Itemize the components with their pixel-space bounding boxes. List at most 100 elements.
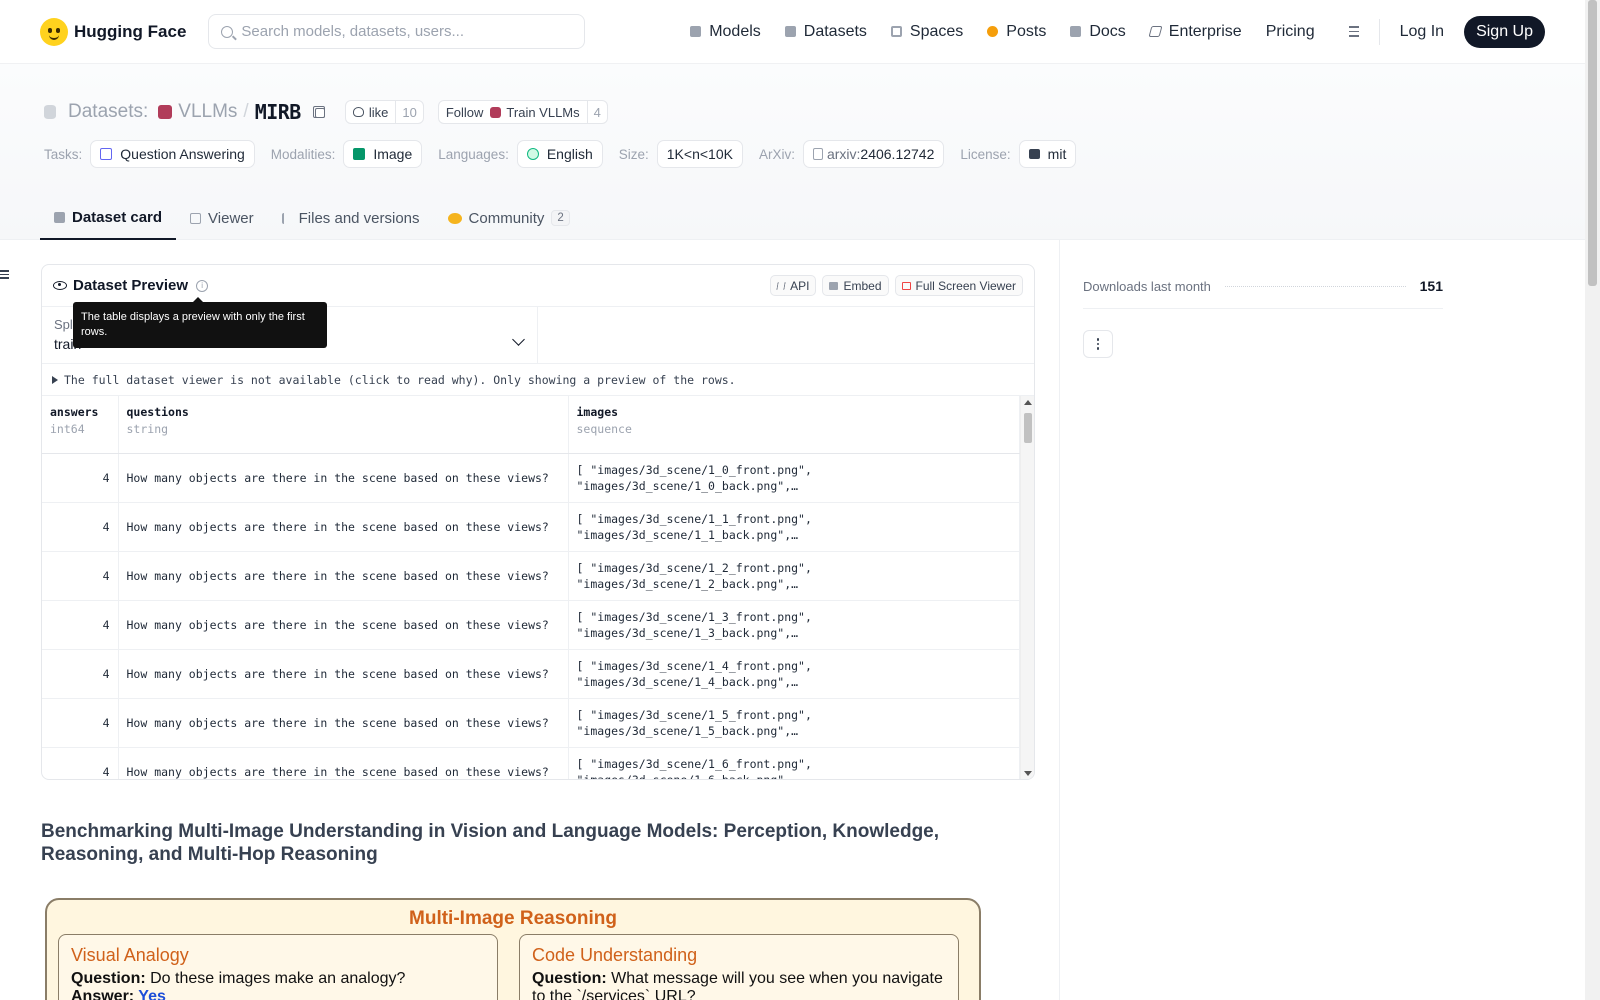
nav-enterprise[interactable]: Enterprise: [1138, 0, 1254, 64]
cell-images: [ "images/3d_scene/1_5_front.png", "imag…: [568, 698, 1020, 748]
table-row[interactable]: 4 How many objects are there in the scene…: [42, 698, 1020, 748]
column-header-answers[interactable]: answers int64: [42, 396, 119, 454]
brand[interactable]: Hugging Face: [40, 17, 186, 46]
posts-icon: [987, 26, 999, 37]
embed-button[interactable]: Embed: [822, 275, 889, 296]
column-header-images[interactable]: images sequence: [568, 396, 1020, 454]
enterprise-icon: [1148, 26, 1163, 37]
community-count-badge: 2: [551, 210, 570, 226]
nav-docs[interactable]: Docs: [1058, 0, 1137, 64]
cell-images: [ "images/3d_scene/1_2_front.png", "imag…: [568, 551, 1020, 601]
org-avatar-icon: [158, 105, 173, 119]
cube-icon: [54, 211, 65, 223]
dataset-name[interactable]: MIRB: [255, 100, 302, 124]
tab-dataset-card[interactable]: Dataset card: [40, 196, 177, 240]
eye-icon: [53, 281, 67, 290]
api-button[interactable]: API: [770, 275, 817, 296]
figure-box-code-understanding: Code Understanding Question: What messag…: [519, 934, 959, 1000]
cell-answers: 4: [42, 698, 119, 748]
search-input[interactable]: [241, 23, 562, 40]
table-header-row: answers int64 questions string images seque…: [42, 396, 1020, 454]
nav-spaces[interactable]: Spaces: [879, 0, 975, 64]
table-row[interactable]: 4 How many objects are there in the scene…: [42, 551, 1020, 601]
figure-title: Multi-Image Reasoning: [409, 908, 617, 929]
follow-button[interactable]: Follow Train VLLMs 4: [437, 100, 608, 124]
tab-viewer[interactable]: Viewer: [176, 196, 268, 240]
nav-label: Docs: [1089, 22, 1126, 40]
notice-text: The full dataset viewer is not available…: [64, 372, 736, 387]
tag-label: Image: [373, 146, 413, 162]
figure-box-title: Code Understanding: [532, 945, 698, 965]
fullscreen-viewer-button[interactable]: Full Screen Viewer: [894, 275, 1023, 296]
figure-box-title: Visual Analogy: [71, 945, 189, 965]
table-row[interactable]: 4 How many objects are there in the scene…: [42, 747, 1020, 779]
nav-pricing[interactable]: Pricing: [1254, 0, 1327, 64]
metadata-tags: Tasks: Question Answering Modalities: Im…: [44, 140, 1084, 168]
question-answering-icon: [100, 148, 113, 160]
preview-tooltip: The table displays a preview with only t…: [73, 297, 327, 348]
section-label[interactable]: Datasets:: [68, 101, 148, 123]
license-tag[interactable]: mit: [1018, 140, 1077, 168]
scroll-down-icon[interactable]: [1024, 771, 1032, 776]
community-icon: [447, 212, 462, 224]
tab-community[interactable]: Community 2: [434, 196, 584, 240]
code-icon: [776, 281, 786, 290]
tab-files[interactable]: Files and versions: [268, 196, 434, 240]
search-icon: [221, 25, 234, 38]
org-name[interactable]: VLLMs: [178, 101, 237, 123]
info-icon[interactable]: i: [196, 279, 209, 292]
cell-questions: How many objects are there in the scene …: [118, 551, 569, 601]
language-tag[interactable]: English: [516, 140, 603, 168]
like-label: like: [368, 104, 389, 120]
more-menu-icon[interactable]: [1327, 26, 1371, 37]
grid-icon: [890, 26, 902, 37]
size-tag[interactable]: 1K<n<10K: [656, 140, 743, 168]
figure-box-question: Question: Do these images make an analog…: [71, 970, 406, 987]
preview-header: Dataset Preview i API Embed Full Screen …: [42, 265, 1034, 307]
fullscreen-icon: [901, 281, 911, 290]
size-label: Size:: [618, 146, 649, 162]
page-scrollbar[interactable]: [1585, 0, 1600, 1000]
scrollbar-thumb[interactable]: [1024, 413, 1032, 443]
column-header-questions[interactable]: questions string: [118, 396, 569, 454]
table-row[interactable]: 4 How many objects are there in the scene…: [42, 600, 1020, 650]
table-icon: [190, 212, 202, 224]
like-button[interactable]: like 10: [344, 100, 424, 124]
files-icon: [281, 212, 292, 224]
modality-tag[interactable]: Image: [343, 140, 423, 168]
search-box[interactable]: [208, 14, 586, 49]
viewer-notice[interactable]: The full dataset viewer is not available…: [42, 364, 1034, 396]
scroll-up-icon[interactable]: [1024, 400, 1032, 405]
task-tag[interactable]: Question Answering: [90, 140, 255, 168]
cell-questions: How many objects are there in the scene …: [118, 649, 569, 699]
repo-title: Datasets: VLLMs / MIRB like 10 Follow Tra…: [44, 100, 608, 124]
more-options-button[interactable]: [1083, 330, 1113, 358]
like-count[interactable]: 10: [395, 101, 422, 123]
tab-label: Community: [468, 209, 545, 227]
table-row[interactable]: 4 How many objects are there in the scene…: [42, 453, 1020, 503]
disclosure-triangle-icon: [52, 375, 58, 384]
cell-answers: 4: [42, 649, 119, 699]
signup-button[interactable]: Sign Up: [1464, 15, 1545, 48]
cell-images: [ "images/3d_scene/1_4_front.png", "imag…: [568, 649, 1020, 699]
cell-answers: 4: [42, 453, 119, 503]
nav-links: Models Datasets Spaces Posts Docs Enterp…: [678, 0, 1545, 64]
cell-answers: 4: [42, 600, 119, 650]
figure-box-question: Question: What message will you see when…: [532, 970, 943, 1000]
page-scrollbar-thumb[interactable]: [1588, 0, 1597, 286]
table-row[interactable]: 4 How many objects are there in the scene…: [42, 502, 1020, 552]
nav-label: Models: [709, 22, 761, 40]
overview-figure: Multi-Image Reasoning Visual Analogy Que…: [45, 898, 981, 1000]
copy-icon[interactable]: [312, 106, 325, 118]
arxiv-tag[interactable]: arxiv: 2406.12742: [802, 140, 945, 168]
table-of-contents-icon[interactable]: [0, 270, 9, 279]
nav-datasets[interactable]: Datasets: [773, 0, 879, 64]
table-row[interactable]: 4 How many objects are there in the scene…: [42, 649, 1020, 699]
preview-table-wrap: answers int64 questions string images seque…: [42, 396, 1034, 779]
table-scrollbar[interactable]: [1020, 396, 1034, 779]
paper-icon: [812, 148, 823, 160]
nav-posts[interactable]: Posts: [975, 0, 1058, 64]
languages-label: Languages:: [438, 146, 509, 162]
login-link[interactable]: Log In: [1388, 0, 1456, 64]
nav-models[interactable]: Models: [678, 0, 773, 64]
